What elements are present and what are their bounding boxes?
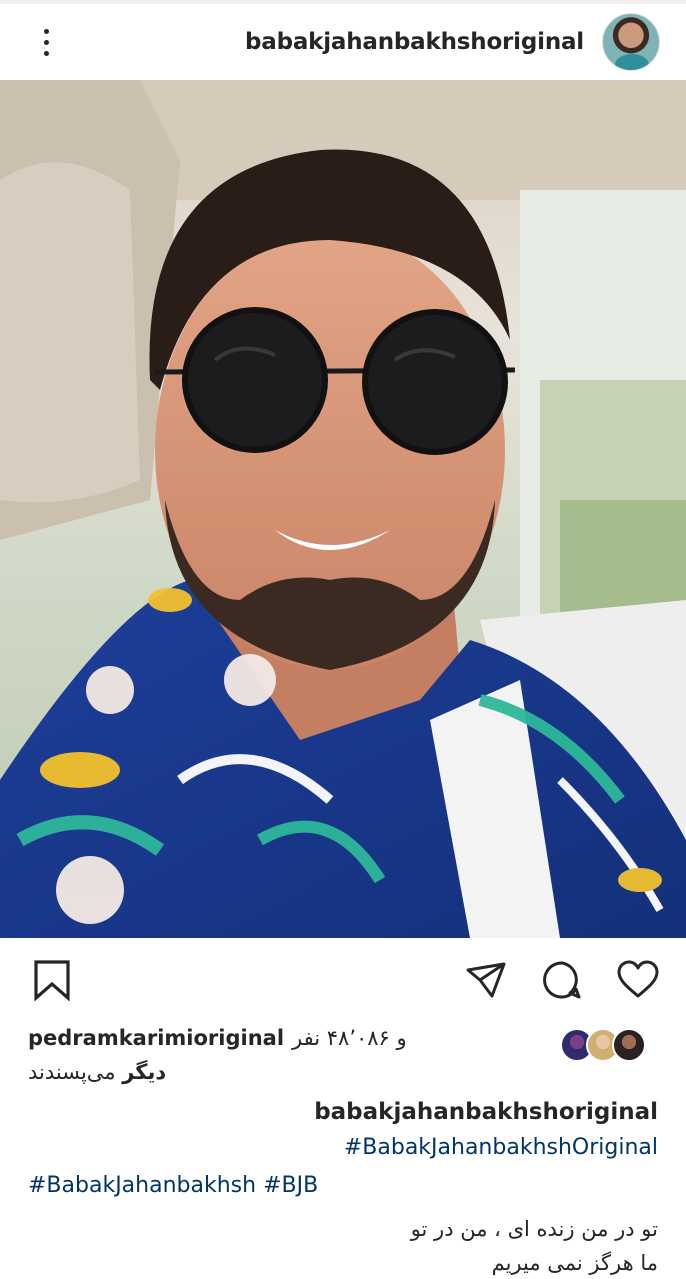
hashtag-line: #BabakJahanbakhsh #BJB	[28, 1166, 658, 1206]
hashtag-link[interactable]: #BabakJahanbakhsh	[28, 1173, 256, 1198]
likes-line: pedramkarimioriginal و ۴۸٬۰۸۶ نفر	[28, 1026, 407, 1050]
hashtag-link[interactable]: #BJB	[263, 1173, 318, 1198]
post-photo[interactable]	[0, 80, 686, 938]
caption-text-line: تو در من زنده ای ، من در تو	[410, 1217, 658, 1241]
post-caption: babakjahanbakhshoriginal #BabakJahanbakh…	[0, 1094, 686, 1279]
avatar	[612, 1028, 646, 1062]
liker-username[interactable]: pedramkarimioriginal	[28, 1026, 284, 1050]
avatar[interactable]	[602, 13, 660, 71]
post-username[interactable]: babakjahanbakhshoriginal	[245, 29, 584, 55]
header-user: babakjahanbakhshoriginal	[245, 13, 660, 71]
likes-count[interactable]: و ۴۸٬۰۸۶ نفر	[292, 1026, 407, 1050]
post-header: babakjahanbakhshoriginal	[0, 0, 686, 80]
likes-others-text: می‌پسندند	[28, 1060, 123, 1084]
action-bar	[0, 940, 686, 1020]
send-icon[interactable]	[462, 956, 510, 1004]
liker-avatars[interactable]	[560, 1028, 646, 1062]
likes-section: pedramkarimioriginal و ۴۸٬۰۸۶ نفر دیگر م…	[0, 1022, 686, 1092]
hashtag-link[interactable]: #BabakJahanbakhshOriginal	[344, 1135, 658, 1160]
action-group	[462, 956, 662, 1004]
caption-username[interactable]: babakjahanbakhshoriginal	[28, 1094, 658, 1130]
likes-others: دیگر می‌پسندند	[28, 1060, 166, 1084]
more-vertical-icon[interactable]	[28, 22, 64, 62]
heart-icon[interactable]	[614, 956, 662, 1004]
caption-text-line: ما هرگز نمی میریم	[491, 1251, 658, 1275]
instagram-post: babakjahanbakhshoriginal pedramkarimiori…	[0, 0, 686, 1279]
hashtag-line: #BabakJahanbakhshOriginal	[28, 1130, 658, 1166]
comment-icon[interactable]	[538, 956, 586, 1004]
bookmark-icon[interactable]	[28, 956, 76, 1004]
selfie-photo	[0, 80, 686, 938]
likes-others-bold[interactable]: دیگر	[122, 1060, 166, 1084]
